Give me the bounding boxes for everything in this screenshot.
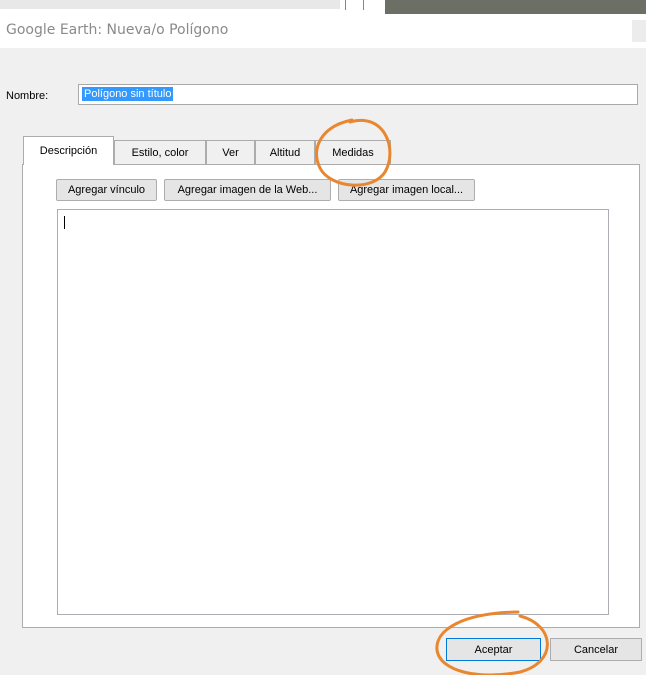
add-local-image-button[interactable]: Agregar imagen local... <box>338 179 475 201</box>
background-divider <box>363 0 364 10</box>
background-map-strip <box>385 0 646 14</box>
accept-button[interactable]: Aceptar <box>446 638 541 661</box>
tab-altitud[interactable]: Altitud <box>255 140 315 164</box>
background-divider <box>345 0 346 10</box>
cancel-button[interactable]: Cancelar <box>550 638 642 661</box>
add-web-image-button[interactable]: Agregar imagen de la Web... <box>164 179 331 201</box>
add-link-button[interactable]: Agregar vínculo <box>56 179 157 201</box>
tab-estilo-color[interactable]: Estilo, color <box>114 140 206 164</box>
tab-medidas[interactable]: Medidas <box>315 140 391 164</box>
name-input-value: Polígono sin título <box>82 87 174 101</box>
description-textarea[interactable] <box>57 209 609 615</box>
close-icon[interactable] <box>632 20 646 42</box>
tab-ver[interactable]: Ver <box>206 140 255 164</box>
text-caret <box>64 216 65 229</box>
background-window-strip <box>0 0 340 9</box>
tab-descripcion[interactable]: Descripción <box>23 136 114 165</box>
name-label: Nombre: <box>6 90 49 102</box>
window-title: Google Earth: Nueva/o Polígono <box>6 22 229 38</box>
